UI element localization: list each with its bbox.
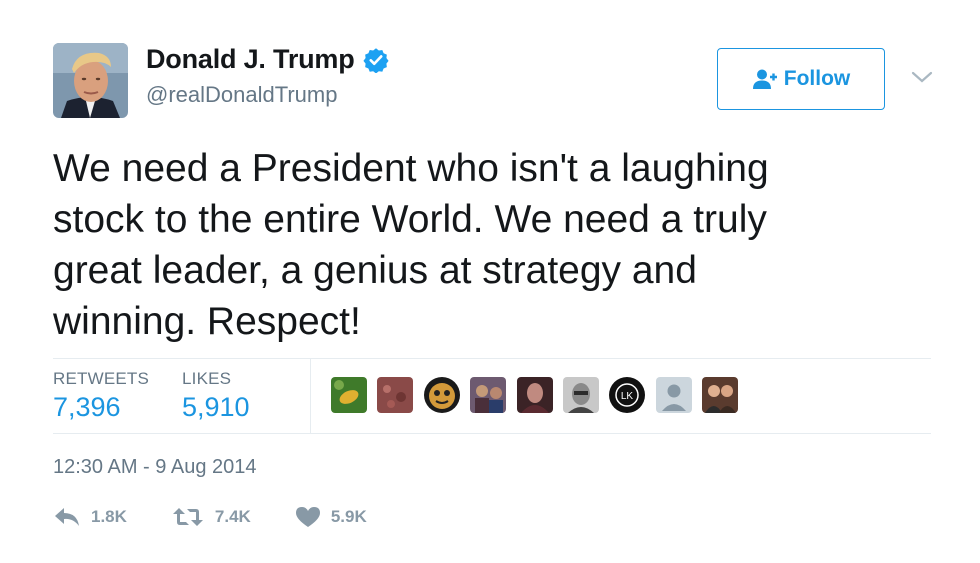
author-name-row: Donald J. Trump — [146, 44, 389, 75]
follow-button[interactable]: Follow — [717, 48, 885, 110]
follow-user-icon — [752, 69, 777, 89]
likes-stat[interactable]: LIKES 5,910 — [182, 369, 250, 423]
tweet-text-line: winning. Respect! — [53, 300, 361, 343]
heart-icon — [295, 507, 320, 527]
liker-avatar-8[interactable] — [655, 377, 692, 413]
tweet-stats: RETWEETS 7,396 LIKES 5,910 LK — [53, 358, 931, 434]
chevron-down-icon[interactable] — [911, 70, 933, 84]
verified-badge-icon — [362, 47, 389, 73]
retweets-label: RETWEETS — [53, 369, 150, 388]
author-name[interactable]: Donald J. Trump — [146, 44, 355, 75]
follow-button-label: Follow — [783, 67, 851, 90]
author-avatar[interactable] — [53, 43, 128, 118]
tweet-text-line: great leader, a genius at strategy and — [53, 249, 697, 292]
likes-count: 5,910 — [182, 392, 250, 422]
liker-avatar-6[interactable] — [562, 377, 599, 413]
tweet-text: We need a President who isn't a laughing… — [53, 143, 913, 347]
tweet-text-line: We need a President who isn't a laughing — [53, 147, 769, 190]
liker-avatar-3[interactable] — [423, 377, 460, 413]
liker-initials: LK — [621, 391, 634, 402]
retweet-icon — [172, 508, 203, 526]
reply-count: 1.8K — [91, 507, 127, 526]
tweet-actions: 1.8K 7.4K 5.9K — [53, 506, 367, 528]
liker-avatars: LK — [331, 377, 749, 413]
retweets-count: 7,396 — [53, 392, 121, 422]
retweets-stat[interactable]: RETWEETS 7,396 — [53, 369, 149, 423]
liker-avatar-4[interactable] — [470, 377, 507, 413]
tweet-card: Donald J. Trump @realDonaldTrump Follow … — [0, 0, 980, 563]
retweet-button[interactable]: 7.4K — [171, 506, 251, 528]
author-handle[interactable]: @realDonaldTrump — [146, 82, 337, 108]
likes-label: LIKES — [182, 369, 232, 388]
like-count: 5.9K — [330, 507, 367, 526]
stats-divider — [310, 359, 311, 433]
like-button[interactable]: 5.9K — [295, 506, 367, 528]
retweet-count: 7.4K — [214, 507, 251, 526]
liker-avatar-7[interactable]: LK — [609, 377, 646, 413]
liker-avatar-1[interactable] — [331, 377, 367, 413]
liker-avatar-9[interactable] — [702, 377, 739, 413]
reply-button[interactable]: 1.8K — [53, 506, 127, 528]
reply-icon — [55, 508, 79, 526]
liker-avatar-2[interactable] — [377, 377, 414, 413]
liker-avatar-5[interactable] — [516, 377, 553, 413]
tweet-timestamp[interactable]: 12:30 AM - 9 Aug 2014 — [53, 456, 257, 479]
tweet-text-line: stock to the entire World. We need a tru… — [53, 198, 767, 241]
